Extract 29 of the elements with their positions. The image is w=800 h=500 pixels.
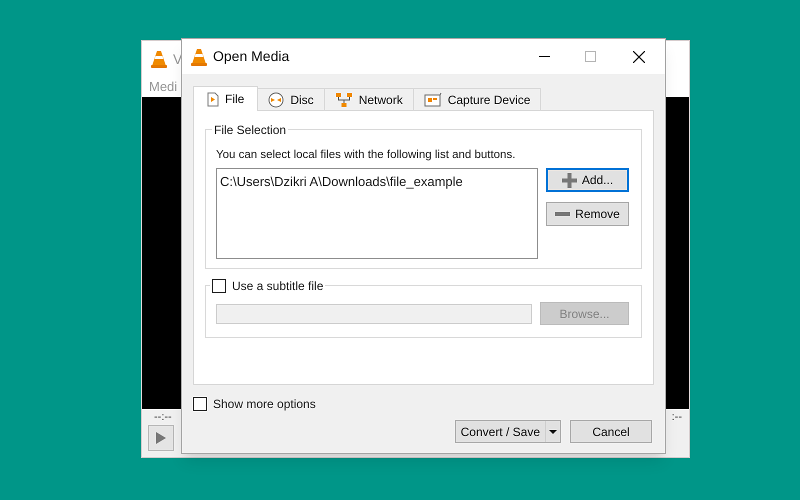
add-button[interactable]: Add... — [546, 168, 629, 192]
app-logo-icon — [191, 48, 207, 66]
tab[interactable]: File — [193, 86, 258, 111]
app-logo-icon — [151, 50, 167, 68]
tab[interactable]: Network — [324, 88, 414, 110]
network-icon — [334, 92, 353, 108]
plus-icon — [562, 172, 577, 188]
minus-icon — [555, 212, 570, 216]
disc-icon — [268, 92, 284, 108]
checkbox[interactable] — [193, 397, 207, 411]
capture-card-icon — [424, 92, 442, 108]
cancel-button[interactable]: Cancel — [570, 420, 652, 443]
window-title: Open Media — [213, 47, 290, 66]
caret-icon — [549, 430, 557, 434]
file-list[interactable]: C:\Users\Dzikri A\Downloads\file_example — [216, 168, 538, 259]
play-icon — [155, 431, 167, 445]
tab[interactable]: Disc — [257, 88, 325, 110]
close-icon — [633, 50, 645, 62]
show-more-options-row[interactable]: Show more options — [193, 395, 654, 413]
remove-button[interactable]: Remove — [546, 202, 629, 226]
elapsed-time: --:-- — [154, 410, 172, 425]
file-list-item[interactable]: C:\Users\Dzikri A\Downloads\file_example — [220, 172, 534, 192]
play-button[interactable] — [148, 425, 174, 451]
tab[interactable]: Capture Device — [412, 88, 542, 110]
minimize-icon — [538, 56, 550, 57]
hint-text: You can select local files with the following list and buttons. — [216, 148, 516, 162]
maximize-icon — [584, 51, 596, 62]
total-time: :-- — [672, 410, 682, 425]
file-icon — [207, 92, 219, 106]
